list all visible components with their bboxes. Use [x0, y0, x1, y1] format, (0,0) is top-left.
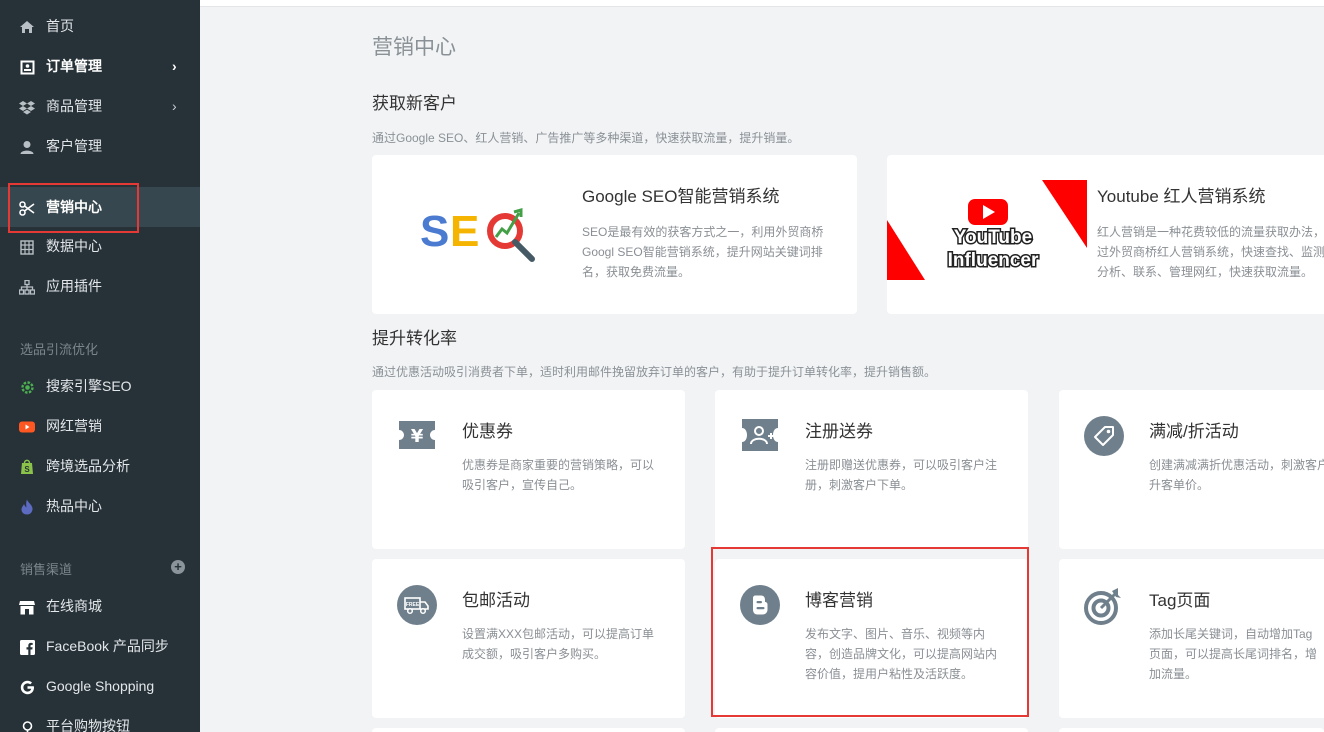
card-tag-page[interactable]: Tag页面 添加长尾关键词，自动增加Tag页面，可以提高长尾词排名，增加流量。: [1059, 559, 1324, 718]
svg-text:E: E: [450, 207, 479, 256]
card-youtube-influencer[interactable]: YouTube Influencer Youtube 红人营销系统 红人营销是一…: [887, 155, 1324, 314]
sidebar-item-customers[interactable]: 客户管理: [0, 126, 200, 166]
sidebar: 首页 订单管理 › 商品管理 › 客户管理 营销中心 数据中心 应用插件 选品引…: [0, 0, 200, 732]
card-discount[interactable]: 满减/折活动 创建满减满折优惠活动，刺激客户提升客单价。: [1059, 390, 1324, 549]
card-partial: [372, 728, 685, 732]
card-desc: 优惠券是商家重要的营销策略，可以吸引客户，宣传自己。: [462, 458, 655, 492]
sidebar-item-label: 客户管理: [46, 138, 102, 154]
blog-icon: [740, 585, 780, 625]
sidebar-item-buy-button[interactable]: 平台购物按钮: [0, 706, 200, 732]
sidebar-item-label: 平台购物按钮: [46, 718, 130, 732]
sidebar-item-label: Google Shopping: [46, 678, 155, 694]
chevron-right-icon: ›: [172, 98, 177, 114]
card-desc: 添加长尾关键词，自动增加Tag页面，可以提高长尾词排名，增加流量。: [1149, 627, 1318, 681]
add-channel-icon[interactable]: +: [171, 560, 185, 574]
youtube-influencer-logo-icon: YouTube Influencer: [887, 180, 1087, 280]
card-free-shipping[interactable]: FREE 包邮活动 设置满XXX包邮活动，可以提高订单成交额，吸引客户多购买。: [372, 559, 685, 718]
svg-text:S: S: [24, 465, 30, 474]
section-title-convert: 提升转化率: [372, 329, 457, 348]
sidebar-item-data[interactable]: 数据中心: [0, 226, 200, 266]
free-text: FREE: [406, 602, 420, 608]
card-coupon[interactable]: ¥ 优惠券 优惠券是商家重要的营销策略，可以吸引客户，宣传自己。: [372, 390, 685, 549]
sidebar-item-label: 首页: [46, 18, 74, 34]
card-desc: 红人营销是一种花费较低的流量获取办法，通过外贸商桥红人营销系统，快速查找、监测、…: [1097, 225, 1324, 279]
plugin-icon: [18, 278, 36, 296]
page-title: 营销中心: [372, 36, 456, 59]
card-register-coupon[interactable]: 注册送券 注册即赠送优惠券，可以吸引客户注册，刺激客户下单。: [715, 390, 1028, 549]
card-partial: [715, 728, 1028, 732]
sidebar-item-orders[interactable]: 订单管理 ›: [0, 46, 200, 86]
top-bar: [200, 0, 1324, 7]
sidebar-item-label: 数据中心: [46, 238, 102, 254]
sidebar-item-label: 商品管理: [46, 98, 102, 114]
card-partial: [1059, 728, 1324, 732]
home-icon: [18, 18, 36, 36]
sidebar-item-label: FaceBook 产品同步: [46, 638, 169, 654]
section-label: 选品引流优化: [20, 342, 99, 357]
svg-text:¥: ¥: [411, 426, 424, 447]
google-icon: [18, 678, 36, 696]
sidebar-item-label: 在线商城: [46, 598, 102, 614]
logo-line-2: Influencer: [948, 250, 1039, 271]
sidebar-item-label: 应用插件: [46, 278, 102, 294]
youtube-icon: [18, 418, 36, 436]
sidebar-item-plugins[interactable]: 应用插件: [0, 266, 200, 306]
sidebar-item-label: 网红营销: [46, 418, 102, 434]
sidebar-item-influencer[interactable]: 网红营销: [0, 406, 200, 446]
sidebar-item-label: 跨境选品分析: [46, 458, 130, 474]
card-desc: 发布文字、图片、音乐、视频等内容，创造品牌文化，可以提高网站内容价值，提用户粘性…: [805, 627, 998, 681]
sidebar-item-product-analysis[interactable]: S 跨境选品分析: [0, 446, 200, 486]
card-desc: 创建满减满折优惠活动，刺激客户提升客单价。: [1149, 458, 1324, 492]
user-icon: [18, 138, 36, 156]
card-title: 满减/折活动: [1149, 422, 1239, 441]
target-icon: [1083, 586, 1123, 626]
card-google-seo[interactable]: S E Google SEO智能营销系统 SEO是最有效的获客方式之一，利用外贸…: [372, 155, 857, 314]
dropbox-icon: [18, 98, 36, 116]
sidebar-item-online-store[interactable]: 在线商城: [0, 586, 200, 626]
store-icon: [18, 598, 36, 616]
card-title: 包邮活动: [462, 591, 530, 610]
card-blog[interactable]: 博客营销 发布文字、图片、音乐、视频等内容，创造品牌文化，可以提高网站内容价值，…: [715, 559, 1028, 718]
card-desc: 设置满XXX包邮活动，可以提高订单成交额，吸引客户多购买。: [462, 627, 655, 661]
facebook-icon: [18, 638, 36, 656]
sidebar-item-label: 热品中心: [46, 498, 102, 514]
sidebar-item-label: 搜索引擎SEO: [46, 378, 132, 394]
card-title: 优惠券: [462, 422, 513, 441]
card-title: Google SEO智能营销系统: [582, 187, 780, 206]
section-desc-acquire: 通过Google SEO、红人营销、广告推广等多种渠道，快速获取流量，提升销量。: [372, 131, 800, 145]
shopify-icon: S: [18, 458, 36, 476]
card-title: 注册送券: [805, 422, 873, 441]
card-title: Tag页面: [1149, 591, 1211, 610]
section-desc-convert: 通过优惠活动吸引消费者下单，适时利用邮件挽留放弃订单的客户，有助于提升订单转化率…: [372, 365, 937, 379]
svg-text:S: S: [420, 207, 449, 256]
section-label: 销售渠道: [20, 562, 73, 577]
seo-logo-icon: S E: [418, 203, 542, 265]
sidebar-item-hot-products[interactable]: 热品中心: [0, 486, 200, 526]
logo-line-1: YouTube: [954, 227, 1032, 248]
fire-icon: [18, 498, 36, 516]
sidebar-item-seo[interactable]: 搜索引擎SEO: [0, 366, 200, 406]
sidebar-item-home[interactable]: 首页: [0, 6, 200, 46]
card-title: Youtube 红人营销系统: [1097, 187, 1266, 206]
section-title-acquire: 获取新客户: [372, 94, 457, 113]
sidebar-item-label: 订单管理: [46, 58, 102, 74]
seo-gear-icon: [18, 378, 36, 396]
chevron-right-icon: ›: [172, 58, 177, 74]
sidebar-item-facebook[interactable]: FaceBook 产品同步: [0, 626, 200, 666]
card-desc: 注册即赠送优惠券，可以吸引客户注册，刺激客户下单。: [805, 458, 998, 492]
data-icon: [18, 238, 36, 256]
tag-discount-icon: [1084, 416, 1124, 456]
register-coupon-icon: [739, 416, 781, 454]
sidebar-item-products[interactable]: 商品管理 ›: [0, 86, 200, 126]
free-shipping-icon: FREE: [397, 585, 437, 625]
card-desc: SEO是最有效的获客方式之一，利用外贸商桥Googl SEO智能营销系统，提升网…: [582, 225, 824, 279]
order-icon: [18, 58, 36, 76]
cart-button-icon: [18, 718, 36, 732]
card-title: 博客营销: [805, 591, 873, 610]
coupon-icon: ¥: [397, 417, 437, 453]
sidebar-item-google-shopping[interactable]: Google Shopping: [0, 666, 200, 706]
